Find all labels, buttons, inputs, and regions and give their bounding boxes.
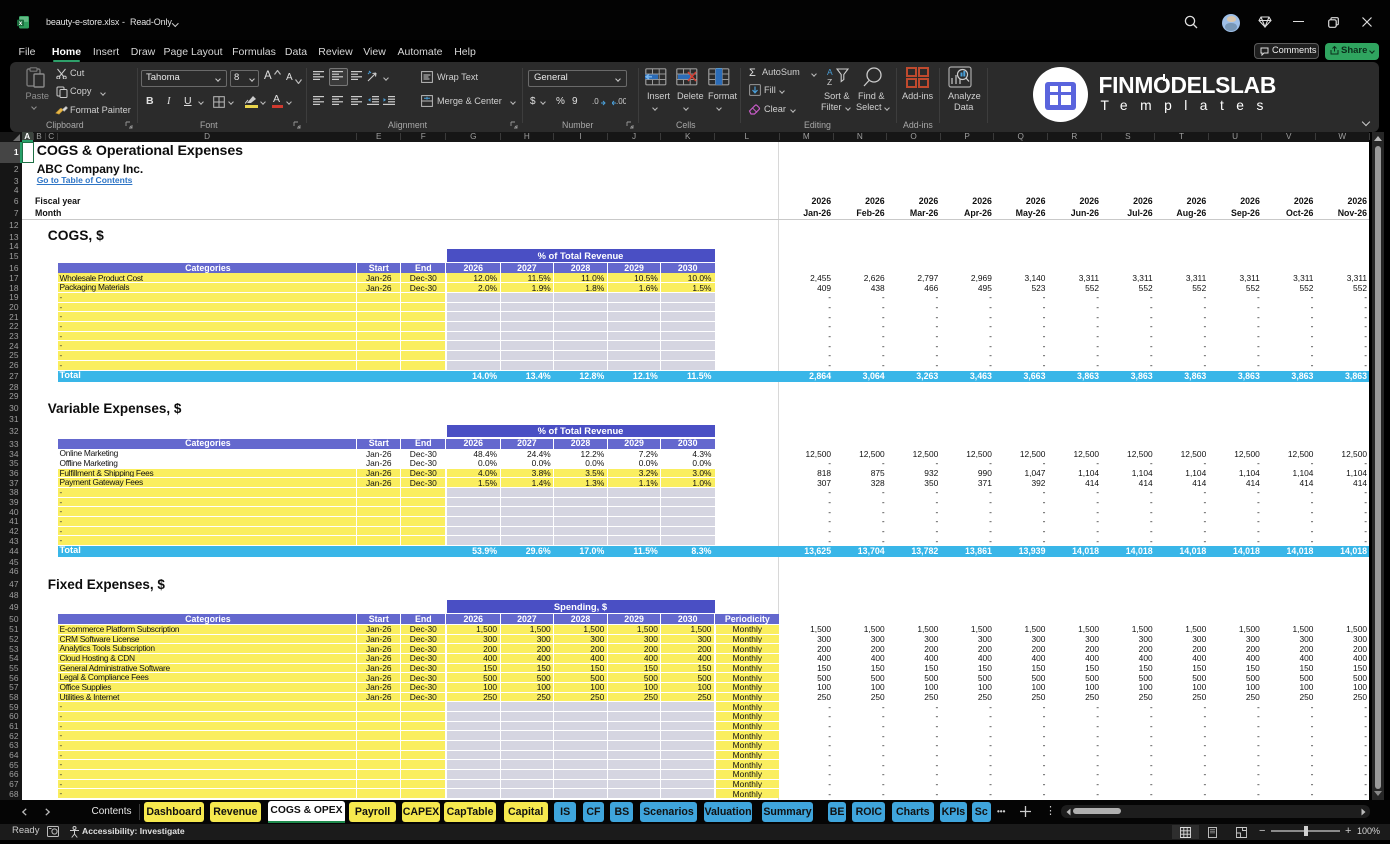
svg-text:x: x <box>19 20 23 27</box>
svg-text:A: A <box>827 67 833 77</box>
svg-text:.0: .0 <box>592 97 599 106</box>
svg-text:Z: Z <box>827 77 832 87</box>
svg-text:.00: .00 <box>616 97 626 106</box>
